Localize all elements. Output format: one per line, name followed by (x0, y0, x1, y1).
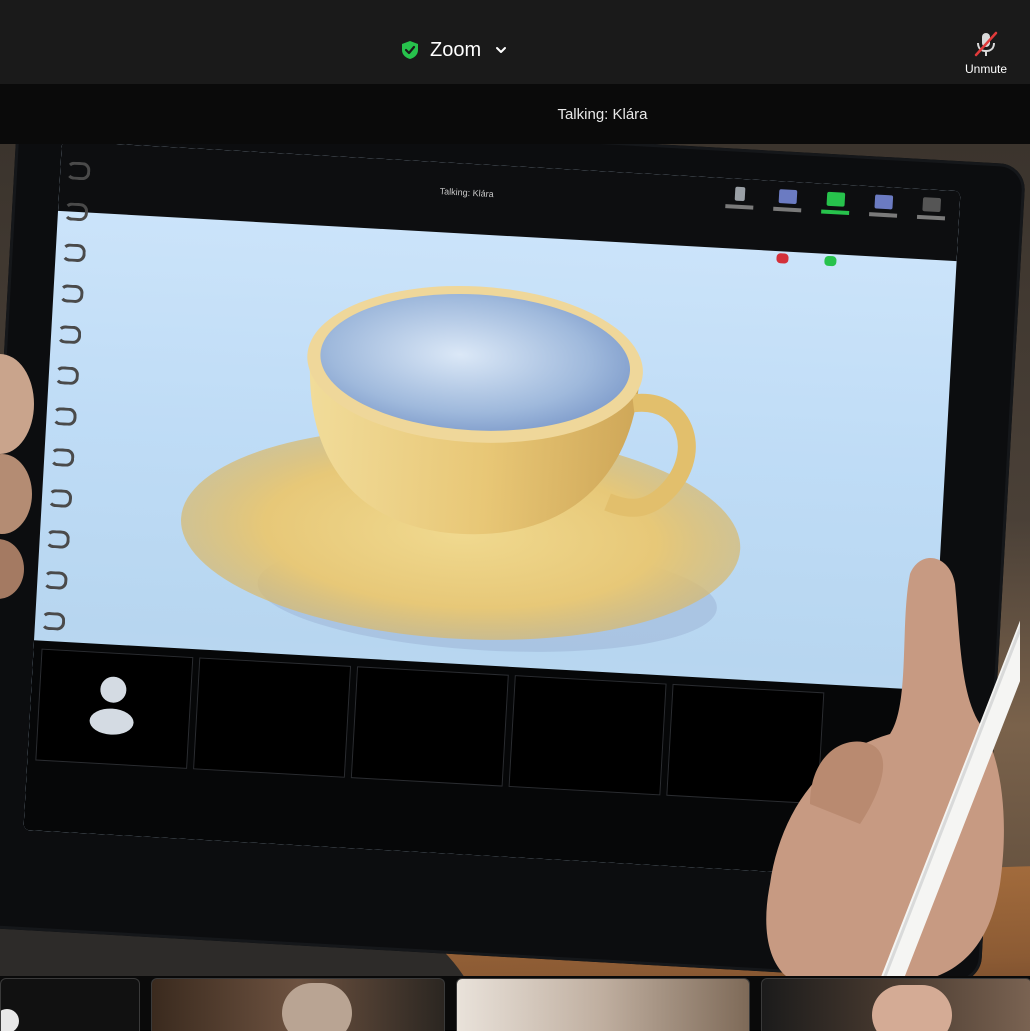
tablet-participants-icon (864, 194, 902, 230)
tablet-participant-tile (35, 648, 194, 769)
participant-tile[interactable] (761, 978, 1030, 1031)
tablet-mic-icon (721, 186, 759, 222)
shield-check-icon (402, 41, 418, 59)
top-bar: Zoom Unmute (0, 0, 1030, 84)
unmute-button[interactable]: Unmute (960, 30, 1012, 78)
tablet-video-icon (768, 189, 806, 225)
participant-avatar-icon (89, 676, 134, 735)
tablet-toolbar-icons (721, 186, 951, 233)
participant-strip (0, 976, 1030, 1031)
meeting-title: Zoom (430, 38, 482, 61)
tablet-participant-tile (193, 657, 352, 778)
main-video: Talking: Klára (0, 144, 1030, 976)
participant-face (872, 985, 952, 1031)
tablet-participant-tile (350, 666, 509, 787)
microphone-muted-icon (974, 31, 998, 57)
participant-tile[interactable] (151, 978, 445, 1031)
chevron-down-icon (496, 47, 507, 53)
participant-avatar-icon (1, 1009, 19, 1031)
unmute-label: Unmute (964, 62, 1008, 76)
tablet-more-icon (912, 197, 950, 233)
participant-face (282, 983, 352, 1031)
active-speaker-bar: Talking: Klára (0, 84, 1030, 144)
tablet-share-icon (816, 191, 854, 227)
participant-tile[interactable] (456, 978, 750, 1031)
tablet-talking-text: Talking: Klára (439, 186, 494, 200)
participant-tile[interactable] (0, 978, 140, 1031)
tablet-participant-tile (508, 675, 667, 796)
meeting-title-button[interactable]: Zoom (400, 30, 509, 70)
active-speaker-label: Talking: Klára (557, 105, 648, 123)
video-hand-with-stylus (766, 558, 1020, 976)
video-left-fingers (0, 354, 34, 599)
